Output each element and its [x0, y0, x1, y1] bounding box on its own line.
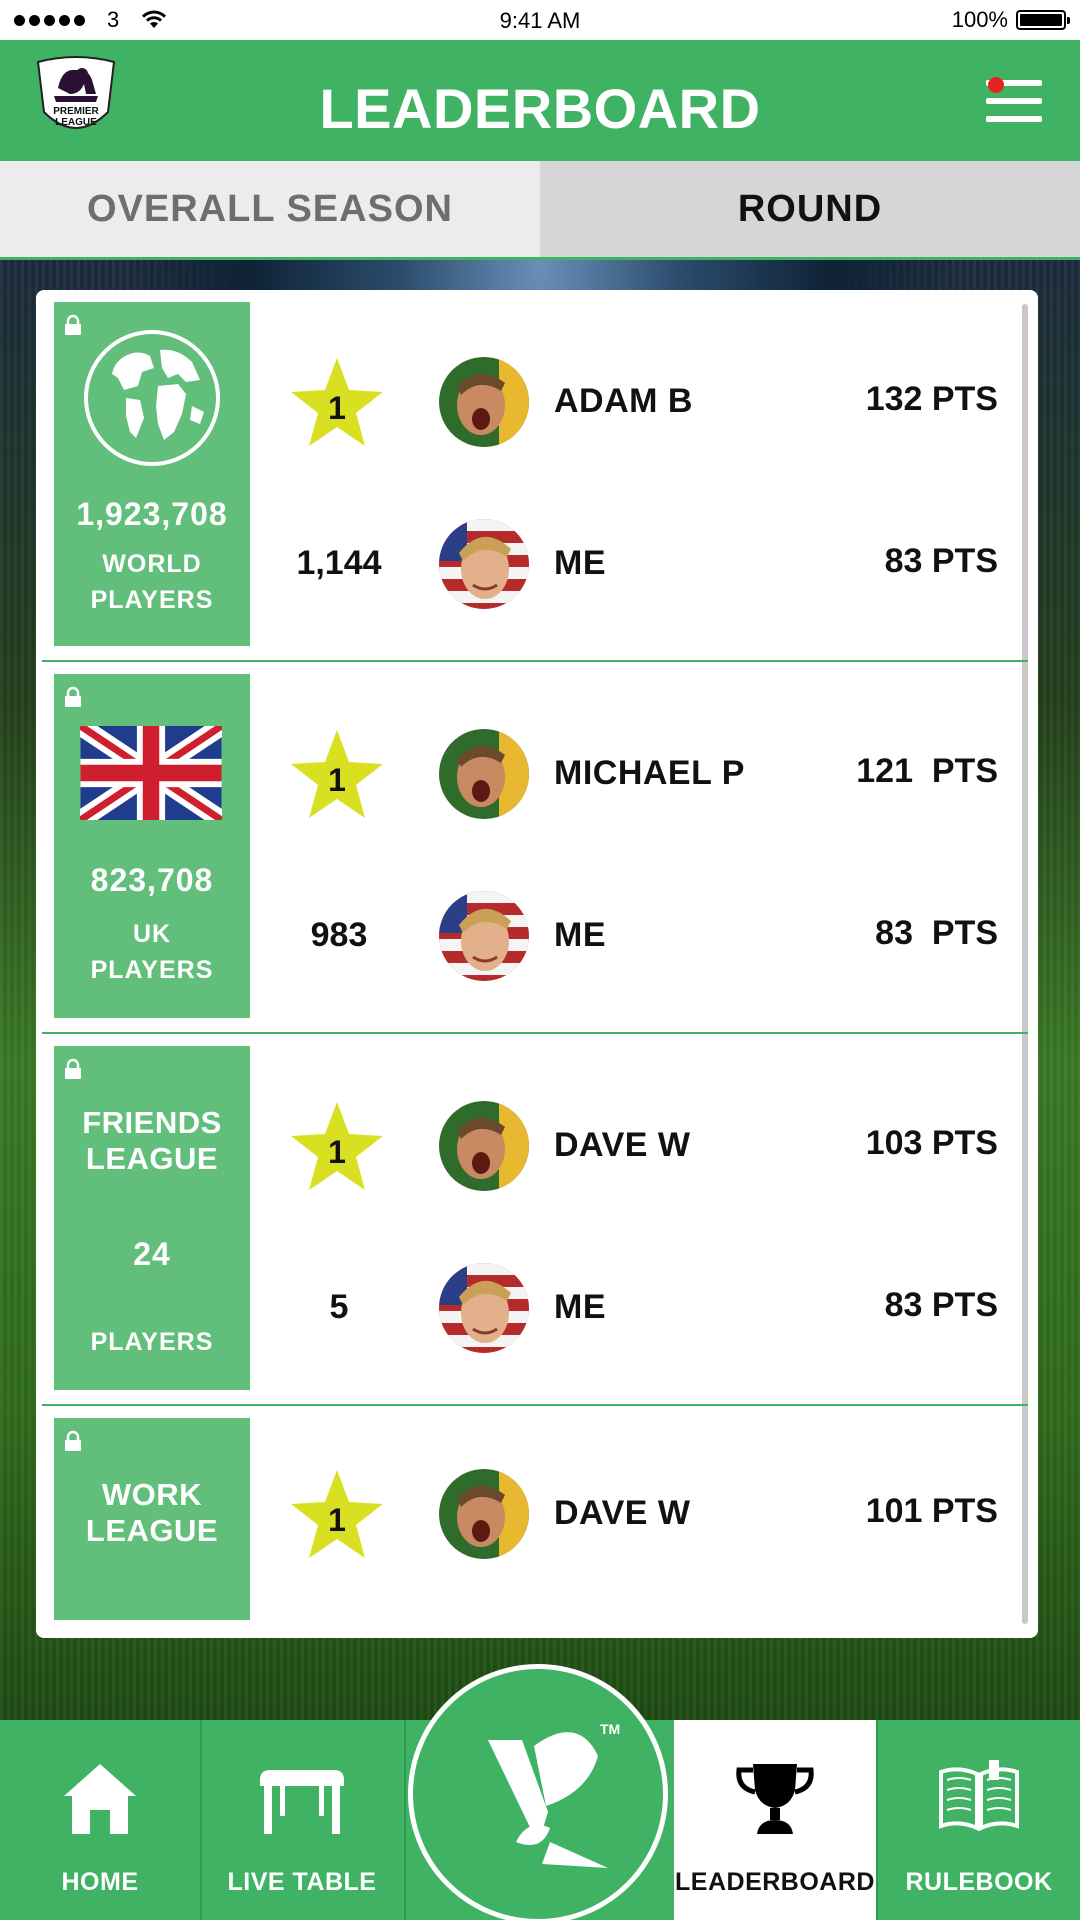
section-divider — [42, 1032, 1028, 1034]
nav-separator — [404, 1720, 406, 1920]
star-icon: 1 — [289, 728, 385, 822]
nav-home[interactable]: HOME — [0, 1720, 200, 1920]
status-right: 100% — [951, 0, 1070, 40]
battery-icon — [1016, 10, 1070, 30]
my-rank: 983 — [310, 916, 368, 954]
league-panel-work: WORK LEAGUE — [54, 1418, 250, 1620]
lock-icon — [65, 686, 81, 707]
player-name: DAVE W — [554, 1494, 691, 1532]
leaderboard-card: 1,923,708 WORLD PLAYERS 1 ADAM B 132 PTS… — [36, 290, 1038, 1638]
league-panel-world: 1,923,708 WORLD PLAYERS — [54, 302, 250, 646]
league-title: WORK — [101, 1477, 203, 1512]
league-label: PLAYERS — [90, 956, 214, 984]
avatar — [439, 357, 529, 447]
league-section-friends[interactable]: FRIENDS LEAGUE 24 PLAYERS 1 DAVE W 103 P… — [44, 1046, 1028, 1390]
status-bar: 3 9:41 AM 100% — [0, 0, 1080, 40]
nav-label: LIVE TABLE — [227, 1868, 377, 1896]
league-label: PLAYERS — [90, 586, 214, 614]
app-header: PREMIER LEAGUE LEADERBOARD — [0, 40, 1080, 161]
nav-label: LEADERBOARD — [675, 1868, 875, 1896]
league-label: UK — [132, 920, 172, 948]
player-points: 83 PTS — [884, 1286, 998, 1324]
player-points: 101 PTS — [865, 1492, 998, 1530]
leader-row[interactable]: 1 DAVE W 103 PTS — [244, 1096, 1034, 1196]
tab-round[interactable]: ROUND — [540, 161, 1080, 257]
player-points: 132 PTS — [865, 380, 998, 418]
avatar — [439, 1101, 529, 1191]
my-row[interactable]: 1,144 ME 83 PTS — [244, 514, 1034, 614]
my-row[interactable]: 5 ME 83 PTS — [244, 1258, 1034, 1358]
star-icon: 1 — [289, 1100, 385, 1194]
player-name: ME — [554, 916, 606, 954]
uk-flag-icon — [80, 726, 222, 820]
player-name: ME — [554, 544, 606, 582]
star-icon: 1 — [289, 356, 385, 450]
player-points: 121 PTS — [856, 752, 998, 790]
trophy-icon — [736, 1764, 814, 1834]
menu-icon-bar — [986, 98, 1042, 104]
menu-button[interactable] — [986, 77, 1042, 124]
status-time: 9:41 AM — [499, 8, 581, 33]
league-section-uk[interactable]: 823,708 UK PLAYERS 1 MICHAEL P 121 PTS 9… — [44, 674, 1028, 1018]
brand-logo-icon: TM — [488, 1721, 620, 1868]
lock-icon — [65, 314, 81, 335]
league-section-world[interactable]: 1,923,708 WORLD PLAYERS 1 ADAM B 132 PTS… — [44, 302, 1028, 646]
my-rank: 1,144 — [296, 544, 382, 582]
league-panel-uk: 823,708 UK PLAYERS — [54, 674, 250, 1018]
league-section-work[interactable]: WORK LEAGUE 1 DAVE W 101 PTS — [44, 1418, 1028, 1622]
globe-icon — [84, 330, 220, 466]
nav-leaderboard[interactable]: LEADERBOARD — [674, 1720, 876, 1920]
league-count: 1,923,708 — [76, 496, 228, 532]
book-icon — [939, 1760, 1019, 1832]
player-points: 83 PTS — [875, 914, 998, 952]
nav-label: HOME — [61, 1868, 139, 1896]
avatar — [439, 1469, 529, 1559]
league-label: WORLD — [102, 550, 202, 578]
tab-bar: OVERALL SEASON ROUND — [0, 161, 1080, 260]
leader-rank: 1 — [328, 1134, 346, 1170]
leader-row[interactable]: 1 DAVE W 101 PTS — [244, 1464, 1034, 1564]
home-icon — [64, 1764, 136, 1834]
league-count: 823,708 — [90, 862, 214, 898]
menu-icon-bar — [986, 116, 1042, 122]
league-label: PLAYERS — [90, 1328, 214, 1356]
battery-percent: 100% — [951, 7, 1008, 32]
center-home-badge[interactable]: TM — [408, 1664, 668, 1920]
page-title: LEADERBOARD — [319, 77, 761, 140]
avatar — [439, 729, 529, 819]
leader-rank: 1 — [328, 762, 346, 798]
table-icon — [260, 1770, 344, 1834]
league-count: 24 — [133, 1236, 171, 1272]
avatar — [439, 519, 529, 609]
nav-live-table[interactable]: LIVE TABLE — [202, 1720, 402, 1920]
player-points: 83 PTS — [884, 542, 998, 580]
player-points: 103 PTS — [865, 1124, 998, 1162]
lock-icon — [65, 1058, 81, 1079]
star-icon: 1 — [289, 1468, 385, 1562]
my-rank: 5 — [329, 1288, 349, 1326]
leader-rank: 1 — [328, 390, 346, 426]
league-panel-friends: FRIENDS LEAGUE 24 PLAYERS — [54, 1046, 250, 1390]
avatar — [439, 891, 529, 981]
league-title: LEAGUE — [85, 1513, 219, 1548]
avatar — [439, 1263, 529, 1353]
nav-rulebook[interactable]: RULEBOOK — [878, 1720, 1080, 1920]
section-divider — [42, 660, 1028, 662]
trademark-mark: TM — [600, 1721, 620, 1737]
league-title: LEAGUE — [85, 1141, 219, 1176]
player-name: MICHAEL P — [554, 754, 745, 792]
lock-icon — [65, 1430, 81, 1451]
leader-row[interactable]: 1 MICHAEL P 121 PTS — [244, 724, 1034, 824]
player-name: ADAM B — [554, 382, 693, 420]
leader-row[interactable]: 1 ADAM B 132 PTS — [244, 352, 1034, 452]
section-divider — [42, 1404, 1028, 1406]
my-row[interactable]: 983 ME 83 PTS — [244, 886, 1034, 986]
tab-overall-season[interactable]: OVERALL SEASON — [0, 161, 540, 257]
leader-rank: 1 — [328, 1502, 346, 1538]
player-name: ME — [554, 1288, 606, 1326]
notification-dot — [988, 77, 1004, 93]
nav-label: RULEBOOK — [905, 1868, 1053, 1896]
player-name: DAVE W — [554, 1126, 691, 1164]
league-title: FRIENDS — [82, 1105, 222, 1140]
